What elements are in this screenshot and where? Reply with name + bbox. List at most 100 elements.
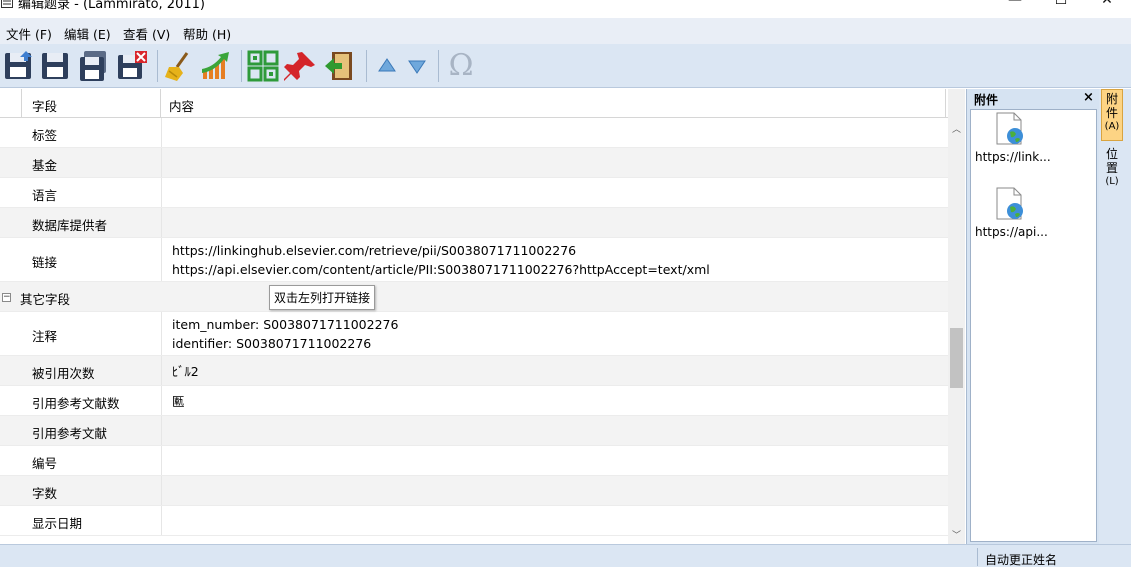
save-as-icon[interactable] <box>77 49 111 83</box>
table-row[interactable]: 编号 <box>0 446 948 476</box>
pin-icon[interactable] <box>284 49 318 83</box>
scrollbar-thumb[interactable] <box>950 328 963 388</box>
field-value-line: 匭 <box>172 394 185 409</box>
save-icon[interactable] <box>2 49 36 83</box>
table-row[interactable]: 引用参考文献数 匭 <box>0 386 948 416</box>
table-row[interactable]: 标签 <box>0 118 948 148</box>
group-label[interactable]: 其它字段 <box>20 289 70 308</box>
cell-divider <box>161 118 162 147</box>
save-close-icon[interactable] <box>115 49 149 83</box>
attachments-title: 附件 <box>974 93 999 107</box>
field-label[interactable]: 数据库提供者 <box>32 215 107 234</box>
menu-help[interactable]: 帮助 (H) <box>183 24 231 43</box>
attachment-name: https://link... <box>975 150 1051 164</box>
menu-file[interactable]: 文件 (F) <box>6 24 52 43</box>
column-header-field[interactable]: 字段 <box>32 96 57 115</box>
app-icon <box>1 0 13 8</box>
menu-bar: 文件 (F) 编辑 (E) 查看 (V) 帮助 (H) <box>0 18 1131 44</box>
cell-divider <box>161 416 162 445</box>
field-value[interactable]: https://linkinghub.elsevier.com/retrieve… <box>172 241 710 279</box>
cell-divider <box>161 386 162 415</box>
status-bar: 自动更正姓名 <box>0 544 1131 567</box>
clean-broom-icon[interactable] <box>161 49 195 83</box>
window-title: 编辑题录 - (Lammirato, 2011) <box>18 0 205 12</box>
attachment-item[interactable]: https://link... <box>971 112 1098 182</box>
table-row[interactable]: 显示日期 <box>0 506 948 536</box>
row-gutter <box>0 89 22 118</box>
cell-divider <box>161 446 162 475</box>
scroll-down-icon[interactable]: ﹀ <box>952 528 961 541</box>
field-label[interactable]: 注释 <box>32 326 57 345</box>
menu-view[interactable]: 查看 (V) <box>123 24 170 43</box>
table-row[interactable]: 基金 <box>0 148 948 178</box>
table-row[interactable]: 语言 <box>0 178 948 208</box>
field-value[interactable]: 匭 <box>172 392 185 411</box>
menu-edit[interactable]: 编辑 (E) <box>64 24 111 43</box>
cell-divider <box>161 148 162 177</box>
toolbar: Ω <box>0 44 1131 88</box>
column-header-content[interactable]: 内容 <box>169 96 194 115</box>
table-row[interactable]: 注释 item_number: S0038071711002276 identifi… <box>0 312 948 356</box>
tab-attachments-label: 附件 <box>1106 92 1119 120</box>
field-label[interactable]: 基金 <box>32 155 57 174</box>
trend-chart-icon[interactable] <box>199 49 233 83</box>
field-label[interactable]: 字数 <box>32 483 57 502</box>
field-label[interactable]: 语言 <box>32 185 57 204</box>
table-row[interactable]: 数据库提供者 <box>0 208 948 238</box>
arrow-down-icon[interactable] <box>400 49 434 83</box>
cell-divider <box>161 208 162 237</box>
field-label[interactable]: 链接 <box>32 252 57 271</box>
qr-grid-icon[interactable] <box>246 49 280 83</box>
tab-location[interactable]: 位置 (L) <box>1101 147 1123 199</box>
field-label[interactable]: 引用参考文献数 <box>32 393 120 412</box>
scroll-up-icon[interactable]: ︿ <box>952 122 961 135</box>
collapse-toggle-icon[interactable]: − <box>2 293 11 302</box>
table-row[interactable]: 链接 https://linkinghub.elsevier.com/retrie… <box>0 238 948 282</box>
attachment-name: https://api... <box>975 225 1048 239</box>
web-file-icon <box>996 112 1023 145</box>
omega-icon[interactable]: Ω <box>444 49 478 83</box>
close-window-button[interactable]: ✕ <box>1084 0 1130 12</box>
tab-location-label: 位置 <box>1106 147 1119 175</box>
cell-divider <box>161 312 162 355</box>
side-tabs: 附件 (A) 位置 (L) <box>1099 89 1131 544</box>
column-divider <box>945 89 946 118</box>
tab-location-key: (L) <box>1105 176 1119 187</box>
field-label[interactable]: 引用参考文献 <box>32 423 107 442</box>
attachments-panel: 附件 × https://link... https://api... <box>966 89 1100 544</box>
field-label[interactable]: 被引用次数 <box>32 363 95 382</box>
cell-divider <box>161 506 162 535</box>
cell-divider <box>161 476 162 505</box>
table-row[interactable]: 字数 <box>0 476 948 506</box>
field-label[interactable]: 标签 <box>32 125 57 144</box>
close-panel-button[interactable]: × <box>1083 90 1094 105</box>
field-value-line: ﾋﾞﾙ2 <box>172 364 199 379</box>
field-label[interactable]: 编号 <box>32 453 57 472</box>
table-row[interactable]: 引用参考文献 <box>0 416 948 446</box>
field-value[interactable]: ﾋﾞﾙ2 <box>172 362 199 381</box>
cell-divider <box>161 356 162 385</box>
minimize-button[interactable]: — <box>992 0 1038 12</box>
maximize-button[interactable]: ☐ <box>1038 0 1084 12</box>
field-grid: 字段 内容 标签基金语言数据库提供者 链接 https://linkinghub.e… <box>0 89 965 544</box>
arrow-up-icon[interactable] <box>370 49 404 83</box>
field-value-line: item_number: S0038071711002276 <box>172 317 399 332</box>
title-bar: 编辑题录 - (Lammirato, 2011) — ☐ ✕ <box>0 0 1131 18</box>
cell-divider <box>161 178 162 207</box>
tab-attachments-key: (A) <box>1104 121 1120 132</box>
status-separator <box>977 548 978 566</box>
field-value[interactable]: item_number: S0038071711002276 identifier… <box>172 315 398 353</box>
attachment-item[interactable]: https://api... <box>971 187 1098 257</box>
toolbar-separator <box>241 50 242 82</box>
field-label[interactable]: 显示日期 <box>32 513 82 532</box>
group-row[interactable]: − 其它字段 <box>0 282 948 312</box>
cell-divider <box>161 238 162 281</box>
exit-door-icon[interactable] <box>322 49 356 83</box>
toolbar-separator <box>438 50 439 82</box>
vertical-scrollbar[interactable]: ︿ ﹀ <box>948 89 965 544</box>
grid-header: 字段 内容 <box>0 89 948 118</box>
grid-rows: 标签基金语言数据库提供者 链接 https://linkinghub.elsevie… <box>0 118 948 536</box>
tab-attachments[interactable]: 附件 (A) <box>1101 89 1123 141</box>
table-row[interactable]: 被引用次数 ﾋﾞﾙ2 <box>0 356 948 386</box>
save-icon[interactable] <box>39 49 73 83</box>
